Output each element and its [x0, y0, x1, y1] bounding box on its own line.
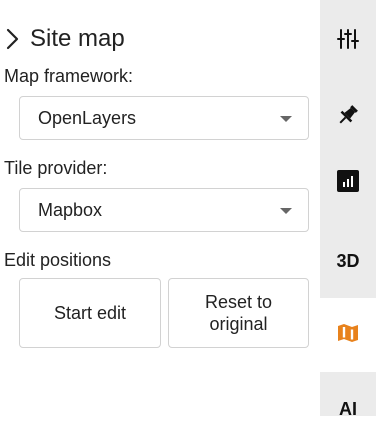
- map-icon: [337, 322, 359, 349]
- reset-to-original-button[interactable]: Reset to original: [168, 278, 309, 348]
- map-framework-select[interactable]: OpenLayers: [19, 96, 309, 140]
- rail-ai-label: AI: [339, 398, 357, 419]
- tile-provider-value: Mapbox: [38, 199, 103, 220]
- tile-provider-label: Tile provider:: [4, 158, 108, 178]
- rail-chart-button[interactable]: [320, 146, 376, 220]
- sliders-icon: [336, 27, 360, 56]
- rail-map-button[interactable]: [320, 298, 376, 372]
- map-framework-value: OpenLayers: [38, 107, 137, 128]
- map-framework-label: Map framework:: [4, 66, 134, 86]
- edit-positions-label: Edit positions: [4, 250, 112, 270]
- site-map-section-header[interactable]: Site map: [6, 24, 125, 54]
- chevron-down-icon: [280, 208, 292, 214]
- side-rail: 3D AI: [320, 0, 376, 419]
- tile-provider-select[interactable]: Mapbox: [19, 188, 309, 232]
- rail-settings-button[interactable]: [320, 4, 376, 78]
- rail-pin-button[interactable]: [320, 80, 376, 154]
- section-title: Site map: [30, 25, 125, 52]
- rail-3d-label: 3D: [336, 250, 360, 271]
- start-edit-button[interactable]: Start edit: [19, 278, 161, 348]
- site-map-panel: Site map Map framework: OpenLayers Tile …: [0, 0, 320, 416]
- chevron-down-icon: [280, 116, 292, 122]
- pin-icon: [336, 103, 360, 132]
- rail-ai-button[interactable]: AI: [320, 372, 376, 446]
- rail-3d-button[interactable]: 3D: [320, 224, 376, 298]
- chevron-right-icon: [6, 28, 22, 50]
- bar-chart-icon: [337, 169, 359, 197]
